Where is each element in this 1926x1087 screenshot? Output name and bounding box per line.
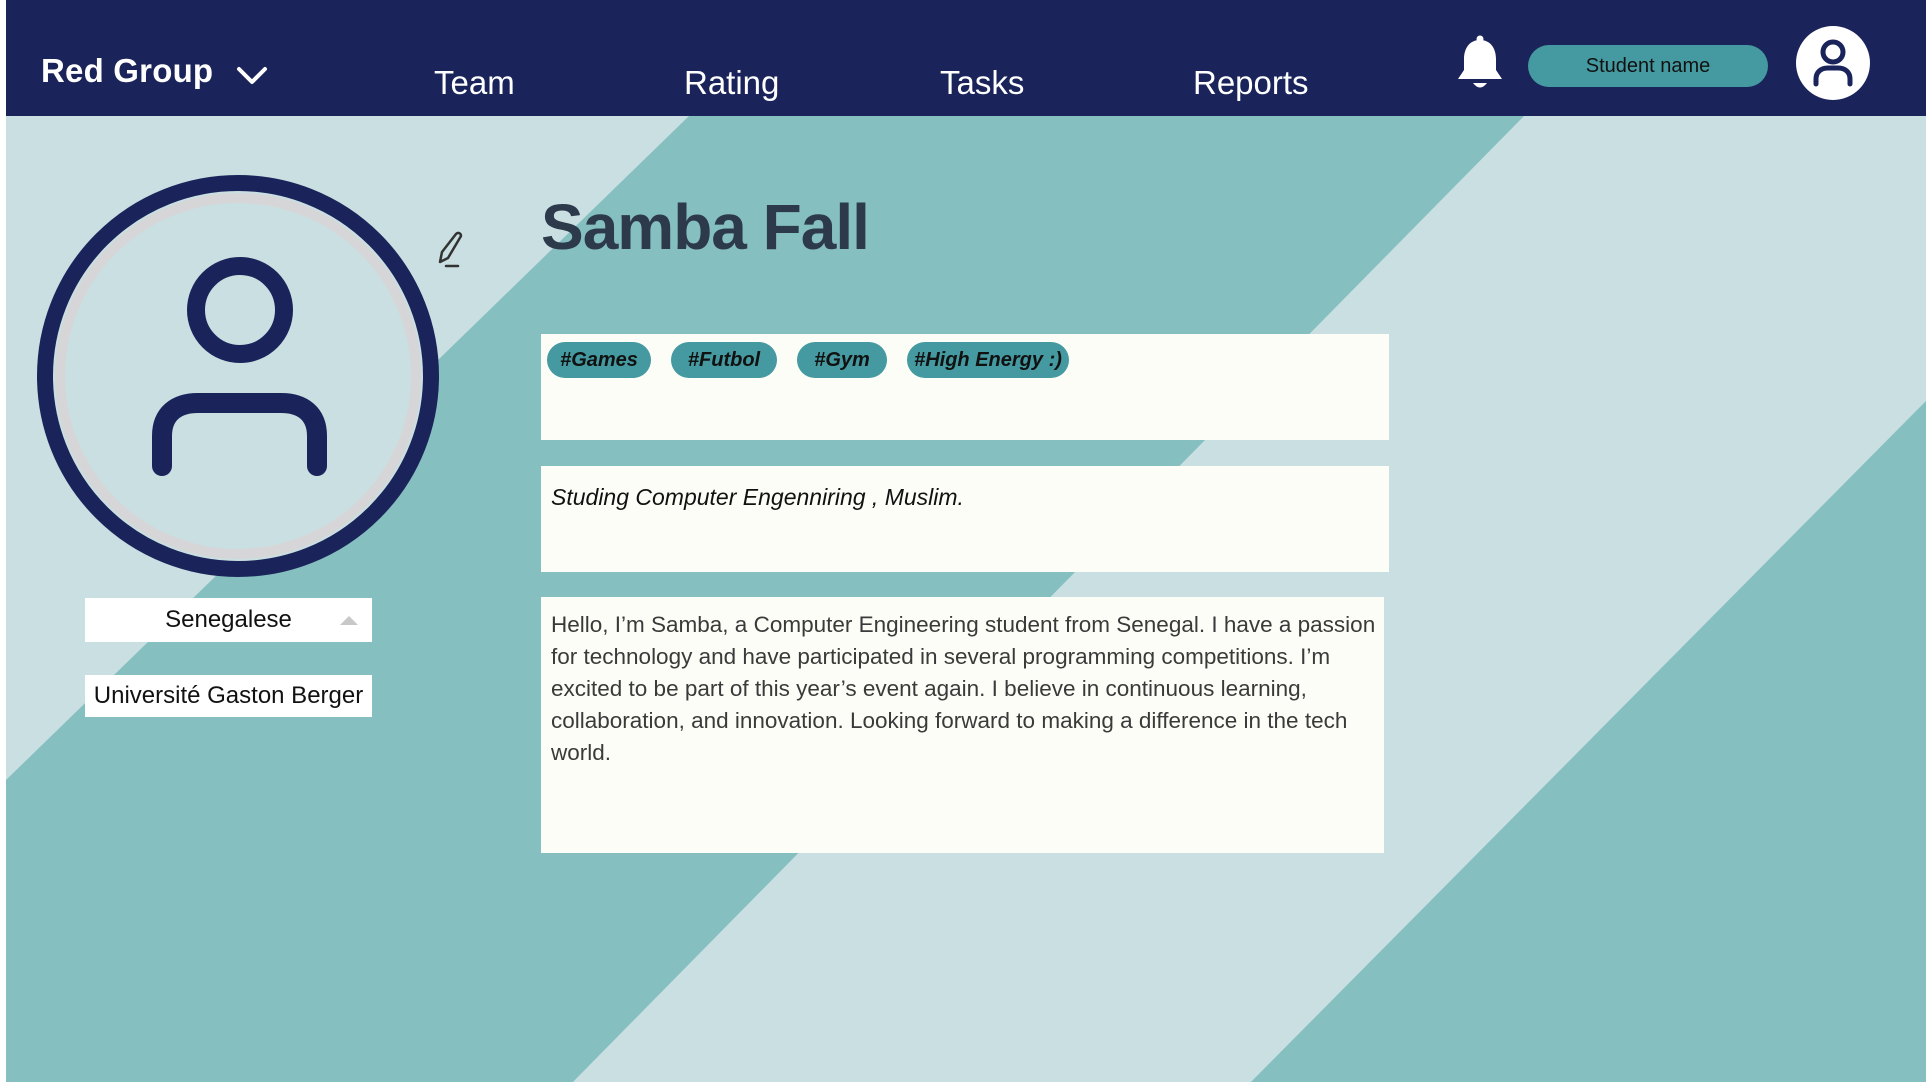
pencil-edit-icon[interactable] (434, 228, 472, 272)
nav-team[interactable]: Team (434, 64, 515, 102)
tags-panel: #Games #Futbol #Gym #High Energy :) (541, 334, 1389, 440)
group-name: Red Group (41, 52, 214, 89)
nav-tasks[interactable]: Tasks (940, 64, 1024, 102)
chevron-down-icon (237, 67, 268, 84)
group-selector[interactable]: Red Group (41, 52, 269, 90)
profile-page: Red Group Team Rating Tasks Reports Stud… (6, 0, 1926, 1087)
nationality-select[interactable]: Senegalese (85, 598, 372, 642)
student-name-button[interactable]: Student name (1528, 45, 1768, 87)
tag-chip[interactable]: #High Energy :) (907, 342, 1069, 378)
bio-panel[interactable]: Hello, I’m Samba, a Computer Engineering… (541, 597, 1384, 853)
headline-text: Studing Computer Engenniring , Muslim. (551, 484, 964, 510)
tag-chip[interactable]: #Games (547, 342, 651, 378)
bio-text: Hello, I’m Samba, a Computer Engineering… (551, 612, 1376, 765)
tag-chip[interactable]: #Gym (797, 342, 887, 378)
nav-rating[interactable]: Rating (684, 64, 779, 102)
top-navbar: Red Group Team Rating Tasks Reports Stud… (6, 0, 1926, 116)
profile-avatar-icon (37, 175, 439, 577)
nav-reports[interactable]: Reports (1193, 64, 1309, 102)
bell-icon[interactable] (1455, 34, 1505, 92)
bottom-edge (6, 1082, 1926, 1087)
profile-name: Samba Fall (541, 191, 870, 263)
nationality-value: Senegalese (165, 606, 292, 633)
user-avatar-icon (1813, 39, 1853, 87)
headline-panel[interactable]: Studing Computer Engenniring , Muslim. (541, 466, 1389, 572)
tag-chip[interactable]: #Futbol (671, 342, 777, 378)
user-avatar-button[interactable] (1796, 26, 1870, 100)
caret-up-icon (340, 616, 358, 625)
university-field[interactable]: Université Gaston Berger (85, 675, 372, 717)
